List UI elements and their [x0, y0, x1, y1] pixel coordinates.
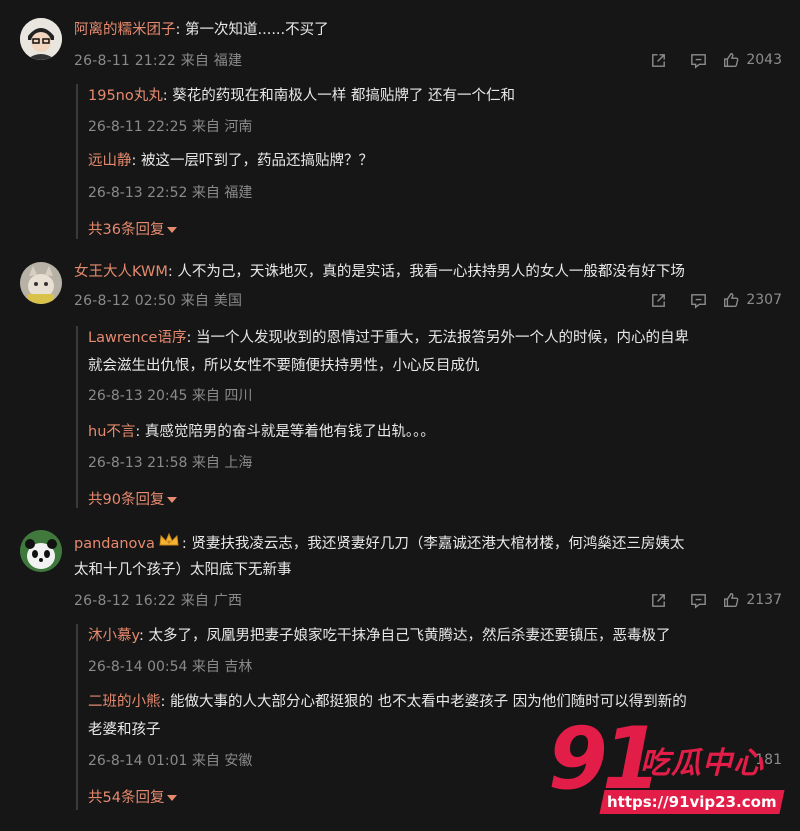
chevron-down-icon: [167, 226, 178, 233]
timestamp: 26-8-13 22:52: [88, 185, 188, 201]
timestamp: 26-8-11 21:22: [74, 53, 177, 69]
reply-meta: 26-8-13 20:45 来自 四川: [88, 385, 252, 405]
location: 来自 上海: [191, 455, 253, 471]
timestamp: 26-8-13 20:45: [88, 388, 188, 404]
comment-icon[interactable]: [678, 589, 718, 611]
like-button[interactable]: 2043: [722, 51, 782, 69]
like-icon: [724, 593, 739, 607]
avatar[interactable]: [20, 530, 62, 572]
like-count: 2137: [746, 592, 782, 608]
location: 来自 四川: [191, 388, 253, 404]
reply-thread-line: [76, 624, 78, 810]
comment-actions: 2043: [638, 49, 782, 71]
reply-thread-line: [76, 326, 78, 508]
location: 来自 福建: [180, 53, 243, 69]
reply-thread-line: [76, 84, 78, 239]
comment-text: 女王大人KWM: 人不为己，天诛地灭，真的是实话，我看一心扶持男人的女人一般都没…: [74, 264, 685, 280]
reply-text: Lawrence语序: 当一个人发现收到的恩情过于重大，无法报答另外一个人的时候…: [88, 330, 689, 374]
like-button[interactable]: 2137: [722, 591, 782, 609]
comment-meta: 26-8-11 21:22 来自 福建: [74, 50, 242, 70]
reply-meta: 26-8-14 01:01 来自 安徽: [88, 750, 252, 770]
share-icon[interactable]: [638, 589, 678, 611]
like-button[interactable]: 2307: [722, 291, 782, 309]
location: 来自 安徽: [191, 753, 253, 769]
timestamp: 26-8-13 21:58: [88, 455, 188, 471]
comment-actions: 2137: [638, 589, 782, 611]
reply-username[interactable]: Lawrence语序: [88, 330, 186, 346]
like-count: 2043: [746, 52, 782, 68]
comment-icon[interactable]: [678, 289, 718, 311]
reply-meta: 26-8-13 21:58 来自 上海: [88, 452, 252, 472]
location: 来自 美国: [180, 293, 243, 309]
comment-text: pandanova: 贤妻扶我凌云志，我还贤妻好几刀（李嘉诚还港大棺材楼，何鸿燊…: [74, 531, 780, 583]
timestamp: 26-8-14 00:54: [88, 659, 188, 675]
more-replies-button[interactable]: 共54条回复: [88, 786, 178, 807]
username[interactable]: 阿离的糯米团子: [74, 22, 176, 38]
comment-actions: 2307: [638, 289, 782, 311]
watermark-url: https://91vip23.com: [599, 790, 785, 814]
watermark-logo: 91 吃瓜中心 https://91vip23.com: [548, 716, 788, 820]
timestamp: 26-8-12 16:22: [74, 593, 177, 609]
username[interactable]: 女王大人KWM: [74, 264, 168, 280]
chevron-down-icon: [167, 794, 178, 801]
comment-icon[interactable]: [678, 49, 718, 71]
timestamp: 26-8-11 22:25: [88, 119, 188, 135]
chevron-down-icon: [167, 496, 178, 503]
reply-text: 195no丸丸: 葵花的药现在和南极人一样 都搞贴牌了 还有一个仁和: [88, 88, 515, 104]
reply-username[interactable]: 远山静: [88, 153, 132, 169]
reply-text: hu不言: 真感觉陪男的奋斗就是等着他有钱了出轨。。。: [88, 424, 435, 440]
reply-username[interactable]: 二班的小熊: [88, 694, 161, 710]
reply-text: 远山静: 被这一层吓到了，药品还搞贴牌？？: [88, 153, 373, 169]
username[interactable]: pandanova: [74, 536, 155, 552]
reply-username[interactable]: 沐小慕y: [88, 628, 139, 644]
reply-meta: 26-8-14 00:54 来自 吉林: [88, 656, 252, 676]
reply-username[interactable]: 195no丸丸: [88, 88, 163, 104]
timestamp: 26-8-14 01:01: [88, 753, 188, 769]
location: 来自 福建: [191, 185, 253, 201]
more-replies-button[interactable]: 共90条回复: [88, 488, 178, 509]
more-replies-button[interactable]: 共36条回复: [88, 218, 178, 239]
like-count: 2307: [746, 292, 782, 308]
location: 来自 河南: [191, 119, 253, 135]
share-icon[interactable]: [638, 49, 678, 71]
comment-text: 阿离的糯米团子: 第一次知道......不买了: [74, 22, 329, 38]
avatar[interactable]: [20, 18, 62, 60]
reply-username[interactable]: hu不言: [88, 424, 135, 440]
location: 来自 吉林: [191, 659, 253, 675]
like-icon: [724, 53, 739, 67]
crown-badge-icon: [158, 531, 180, 557]
like-icon: [724, 293, 739, 307]
reply-meta: 26-8-13 22:52 来自 福建: [88, 182, 252, 202]
watermark-label: 吃瓜中心: [640, 746, 764, 781]
reply-meta: 26-8-11 22:25 来自 河南: [88, 116, 252, 136]
reply-text: 沐小慕y: 太多了，凤凰男把妻子娘家吃干抹净自己飞黄腾达，然后杀妻还要镇压，恶毒…: [88, 628, 671, 644]
timestamp: 26-8-12 02:50: [74, 293, 177, 309]
share-icon[interactable]: [638, 289, 678, 311]
location: 来自 广西: [180, 593, 243, 609]
avatar[interactable]: [20, 262, 62, 304]
comment-meta: 26-8-12 16:22 来自 广西: [74, 590, 242, 610]
comment-meta: 26-8-12 02:50 来自 美国: [74, 290, 242, 310]
